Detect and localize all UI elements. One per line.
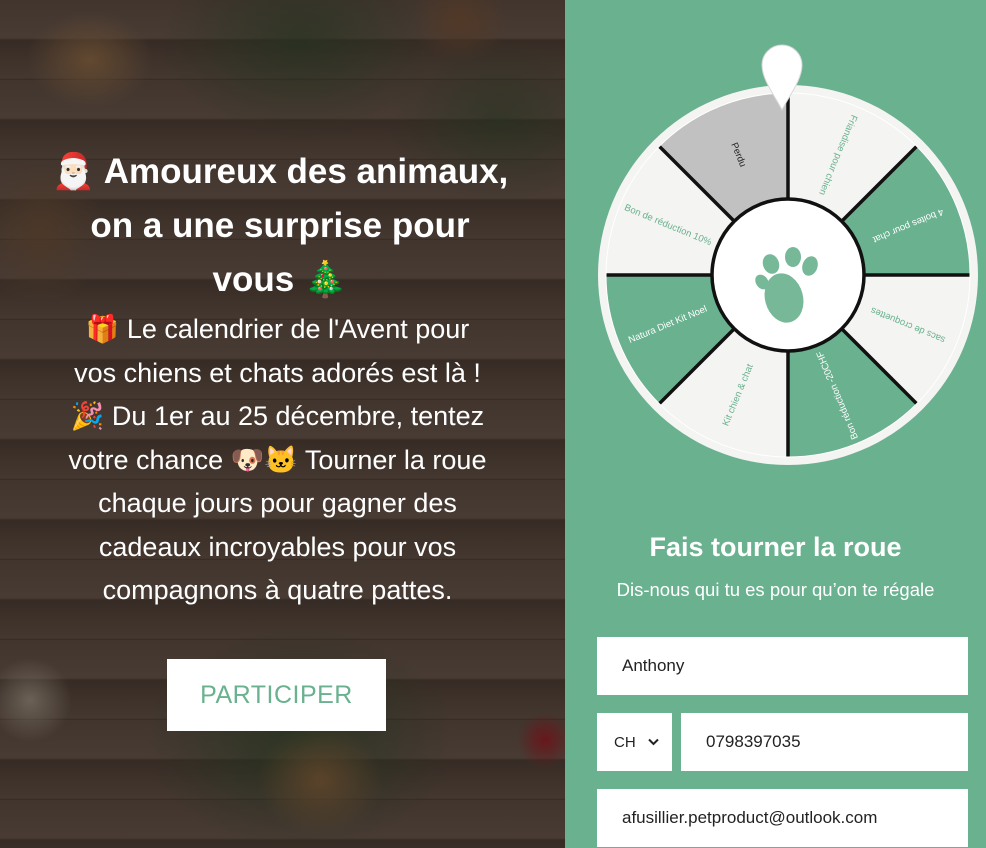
hero-description: 🎁 Le calendrier de l'Avent pour vos chie… bbox=[15, 308, 540, 613]
phone-field[interactable] bbox=[681, 713, 968, 771]
country-code-select[interactable]: CH bbox=[597, 713, 672, 771]
description-line: compagnons à quatre pattes. bbox=[102, 575, 453, 605]
country-code-value: CH bbox=[614, 733, 636, 751]
description-line: 🎁 Le calendrier de l'Avent pour bbox=[85, 314, 470, 344]
form-title: Fais tourner la roue bbox=[649, 532, 902, 562]
headline-line: 🎅🏻 Amoureux des animaux, bbox=[51, 152, 509, 191]
email-field[interactable] bbox=[597, 789, 968, 847]
description-line: chaque jours pour gagner des bbox=[98, 488, 457, 518]
description-line: cadeaux incroyables pour vos bbox=[98, 531, 457, 562]
hero-background: 🎅🏻 Amoureux des animaux, on a une surpri… bbox=[0, 0, 565, 848]
form-subtitle: Dis-nous qui tu es pour qu’on te régale bbox=[616, 579, 935, 600]
description-line: 🎉 Du 1er au 25 décembre, tentez bbox=[70, 401, 485, 431]
name-field[interactable] bbox=[597, 637, 968, 695]
prize-wheel[interactable]: Perdu Friandise pour chien 4 boites pour c… bbox=[596, 83, 980, 467]
hero-headline: 🎅🏻 Amoureux des animaux, on a une surpri… bbox=[20, 145, 540, 307]
description-line: votre chance 🐶🐱 Tourner la roue bbox=[68, 444, 487, 475]
wheel-pointer-icon bbox=[761, 44, 803, 112]
headline-line: on a une surprise pour bbox=[90, 206, 470, 245]
participate-button[interactable]: PARTICIPER bbox=[167, 659, 386, 731]
description-line: vos chiens et chats adorés est là ! bbox=[74, 357, 481, 388]
prize-wheel-graphic: Perdu Friandise pour chien4 boites pour c… bbox=[598, 85, 978, 465]
headline-line: vous 🎄 bbox=[212, 260, 348, 299]
chevron-down-icon bbox=[647, 738, 659, 746]
